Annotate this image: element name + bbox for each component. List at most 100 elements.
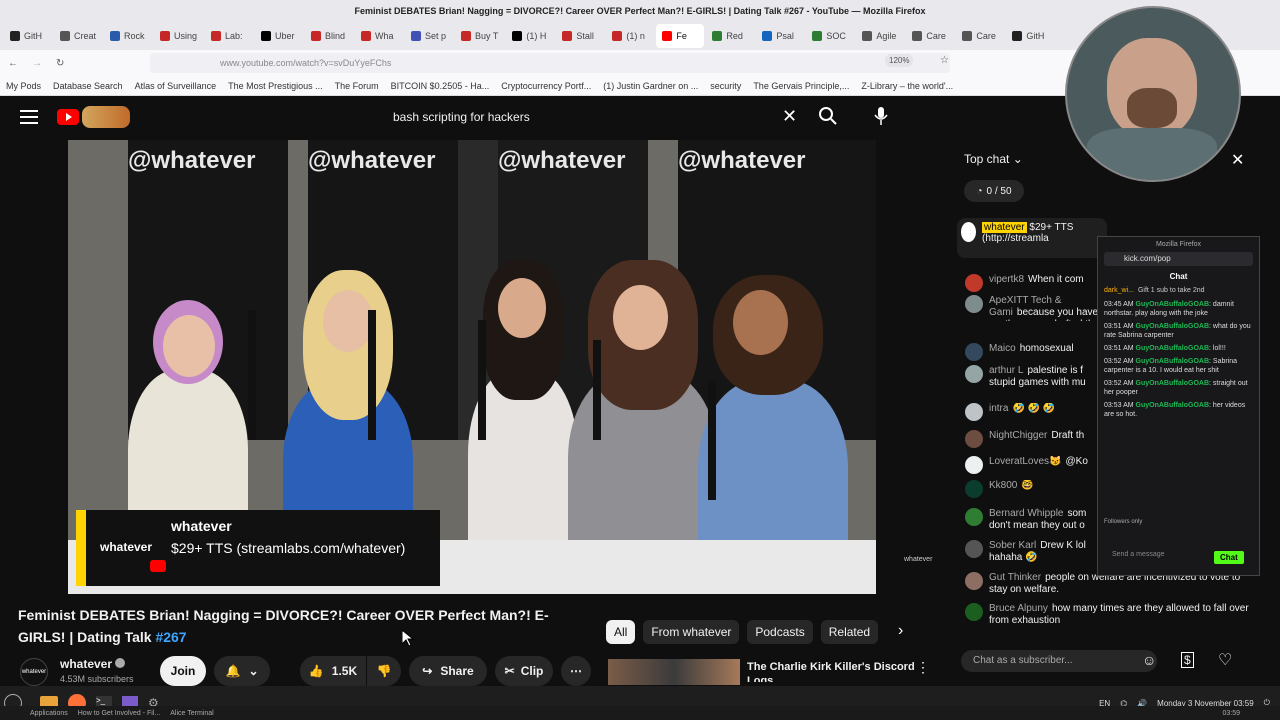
browser-tab[interactable]: Psal — [756, 24, 804, 48]
popup-user[interactable]: GuyOnABuffaloGOAB — [1136, 345, 1210, 352]
reload-icon[interactable]: ↻ — [56, 58, 64, 69]
chat-message[interactable]: Sober Karl Drew K lol hahaha 🤣 — [945, 540, 1105, 564]
menu-icon[interactable] — [20, 110, 38, 124]
hashtag-link[interactable]: #267 — [155, 629, 186, 645]
popup-user[interactable]: GuyOnABuffaloGOAB — [1136, 380, 1210, 387]
share-button[interactable]: ↪ Share — [409, 656, 487, 686]
bookmark-label: The Forum — [334, 80, 379, 91]
popup-user[interactable]: GuyOnABuffaloGOAB — [1136, 323, 1210, 330]
filter-chip[interactable]: From whatever — [643, 620, 740, 644]
taskbar-item[interactable]: Applications — [30, 710, 68, 717]
zoom-level[interactable]: 120% — [885, 54, 914, 67]
close-chat-icon[interactable]: ✕ — [1231, 150, 1244, 170]
chat-message[interactable]: ApeXITT Tech & Gamibecause you have a v … — [945, 295, 1105, 321]
bookmark-item[interactable]: Database Search — [53, 81, 123, 91]
browser-tab[interactable]: Buy T — [455, 24, 504, 48]
popup-user[interactable]: GuyOnABuffaloGOAB — [1136, 402, 1210, 409]
super-chat-icon[interactable]: $ — [1181, 652, 1194, 668]
bookmark-item[interactable]: Cryptocurrency Portf... — [501, 81, 591, 91]
browser-tab[interactable]: Lab: — [205, 24, 253, 48]
microphone-icon[interactable] — [873, 106, 889, 126]
recommended-thumbnail[interactable] — [608, 659, 740, 685]
chat-message[interactable]: Bernard Whipple som don't mean they out o — [945, 508, 1105, 532]
browser-tab[interactable]: Uber — [255, 24, 303, 48]
browser-tab[interactable]: SOC — [806, 24, 854, 48]
channel-name[interactable]: whatever — [60, 657, 112, 671]
chat-message[interactable]: Kk800 🤓 — [945, 480, 1105, 498]
taskbar-item[interactable]: How to Get Involved - Fil... — [78, 710, 160, 717]
bookmark-item[interactable]: BITCOIN $0.2505 - Ha... — [391, 81, 490, 91]
recommended-title[interactable]: The Charlie Kirk Killer's Discord Logs — [747, 660, 917, 682]
popup-message-input[interactable]: Send a message — [1112, 551, 1165, 558]
browser-tab[interactable]: Wha — [355, 24, 403, 48]
chat-message[interactable]: Bruce Alpuny how many times are they allo… — [945, 603, 1255, 627]
more-actions-button[interactable]: ⋯ — [561, 656, 591, 686]
back-icon[interactable]: ← — [8, 58, 18, 69]
browser-tab[interactable]: Agile — [856, 24, 904, 48]
popup-chat-button[interactable]: Chat — [1214, 551, 1244, 564]
notifications-button[interactable]: 🔔 ⌄ — [214, 656, 270, 686]
chevron-right-icon[interactable]: › — [898, 622, 903, 640]
browser-tab[interactable]: Rock — [104, 24, 152, 48]
browser-tab[interactable]: Blind — [305, 24, 353, 48]
chat-message[interactable]: Maico homosexual — [945, 343, 1105, 361]
chat-goal-counter[interactable]: ◔ 0 / 50 — [964, 180, 1024, 202]
like-button[interactable]: 👍 1.5K — [300, 656, 366, 686]
filter-chip[interactable]: All — [606, 620, 636, 644]
browser-tab[interactable]: Care — [906, 24, 954, 48]
popup-user[interactable]: GuyOnABuffaloGOAB — [1136, 358, 1210, 365]
browser-tab[interactable]: (1) H — [506, 24, 554, 48]
browser-tab[interactable]: (1) n — [606, 24, 654, 48]
bookmark-item[interactable]: (1) Justin Gardner on ... — [603, 81, 698, 91]
bookmark-item[interactable]: security — [710, 81, 741, 91]
star-icon[interactable]: ☆ — [940, 55, 949, 66]
chat-message[interactable]: intra 🤣 🤣 🤣 — [945, 403, 1105, 421]
popup-title: Mozilla Firefox — [1155, 241, 1202, 248]
dislike-button[interactable]: 👎 — [367, 656, 401, 686]
bookmark-item[interactable]: My Pods — [6, 81, 41, 91]
browser-tab[interactable]: Care — [956, 24, 1004, 48]
clear-search-icon[interactable]: ✕ — [782, 106, 797, 127]
browser-tab[interactable]: Red — [706, 24, 754, 48]
clip-button[interactable]: ✂ Clip — [495, 656, 553, 686]
kebab-menu-icon[interactable]: ⋮ — [916, 659, 930, 676]
gift-banner[interactable]: dark_wi... Gift 1 sub to take 2nd — [1098, 287, 1259, 300]
popup-url[interactable]: kick.com/pop — [1104, 252, 1253, 266]
browser-tab[interactable]: Fe — [656, 24, 705, 48]
channel-avatar[interactable]: whatever — [20, 658, 48, 686]
bookmark-item[interactable]: The Forum — [335, 81, 379, 91]
filter-chip[interactable]: Podcasts — [747, 620, 813, 644]
chat-message[interactable]: NightChigger Draft th — [945, 430, 1105, 448]
join-button[interactable]: Join — [160, 656, 206, 686]
chat-message[interactable]: vipertk8 When it com — [945, 274, 1105, 292]
browser-tab[interactable]: Set p — [405, 24, 453, 48]
youtube-logo-icon[interactable] — [57, 109, 79, 125]
top-chat-dropdown[interactable]: Top chat ⌄ — [964, 152, 1023, 166]
filter-chip[interactable]: Related — [820, 620, 879, 644]
browser-tab[interactable]: Using — [154, 24, 203, 48]
chat-input[interactable]: Chat as a subscriber... — [961, 650, 1157, 672]
recommended-video[interactable]: The Charlie Kirk Killer's Discord Logs ⋮ — [606, 657, 936, 685]
bookmark-label: BITCOIN $0.2505 - Ha... — [390, 80, 490, 91]
chat-message[interactable]: arthur Lpalestine is f stupid games with… — [945, 365, 1105, 389]
popup-user[interactable]: GuyOnABuffaloGOAB — [1136, 301, 1210, 308]
search-input[interactable]: bash scripting for hackers — [393, 110, 530, 124]
browser-tab[interactable]: Creat — [54, 24, 102, 48]
bookmark-item[interactable]: The Gervais Principle,... — [753, 81, 849, 91]
browser-tab[interactable]: GitH — [1006, 24, 1054, 48]
emoji-icon[interactable]: ☺ — [1142, 652, 1156, 668]
heart-icon[interactable]: ♡ — [1218, 650, 1232, 670]
browser-tab[interactable]: Stall — [556, 24, 604, 48]
bookmark-item[interactable]: Atlas of Surveillance — [135, 81, 217, 91]
bookmark-item[interactable]: Z-Library – the world'... — [861, 81, 953, 91]
forward-icon[interactable]: → — [32, 58, 42, 69]
taskbar-item[interactable]: Alice Terminal — [170, 710, 213, 717]
chat-message[interactable]: LoveratLoves😼 @Ko — [945, 456, 1105, 474]
url-bar[interactable]: www.youtube.com/watch?v=svDuYyeFChs — [150, 53, 950, 73]
browser-tab[interactable]: GitH — [4, 24, 52, 48]
tab-label: Using — [174, 31, 198, 41]
search-icon[interactable] — [818, 106, 838, 126]
pinned-message[interactable]: whatever $29+ TTS (http://streamla — [957, 218, 1107, 258]
bookmark-item[interactable]: The Most Prestigious ... — [228, 81, 323, 91]
favicon-icon — [562, 31, 573, 41]
